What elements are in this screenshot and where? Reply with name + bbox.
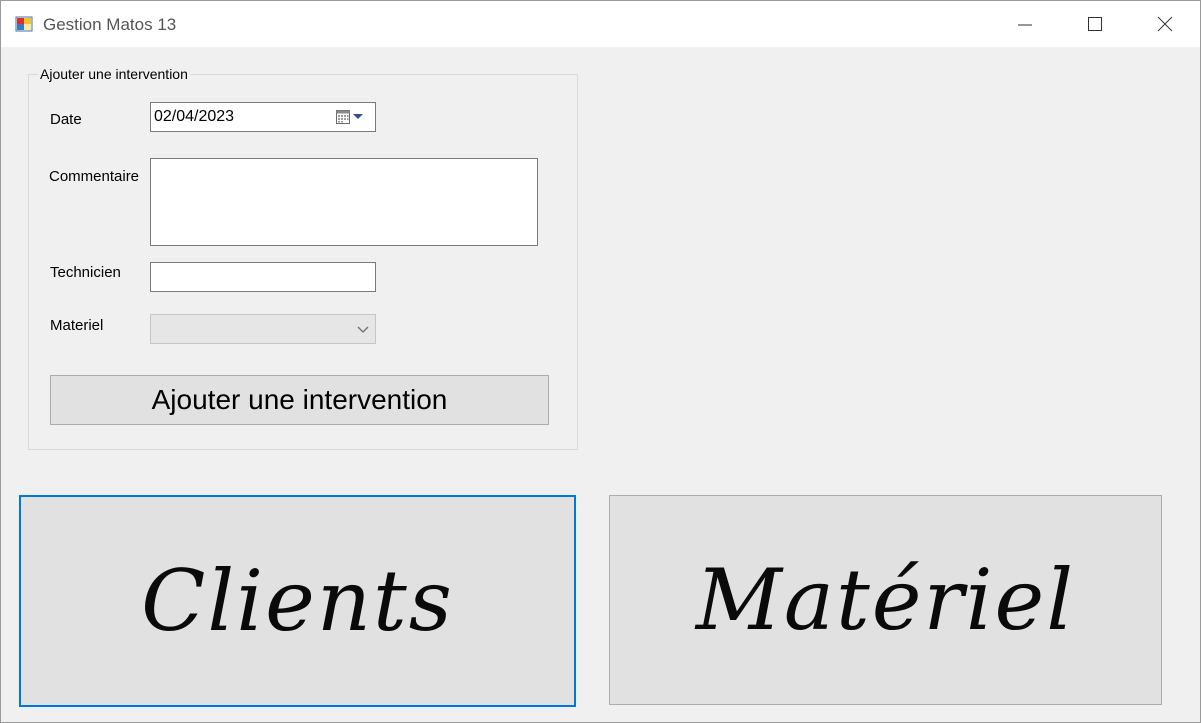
date-value: 02/04/2023	[154, 108, 235, 125]
clients-button[interactable]: Clients	[19, 495, 576, 707]
comment-label: Commentaire	[49, 168, 140, 185]
close-icon	[1157, 16, 1173, 32]
technician-field[interactable]	[150, 262, 376, 292]
add-intervention-button[interactable]: Ajouter une intervention	[50, 375, 549, 425]
materiel-button[interactable]: Matériel	[609, 495, 1162, 705]
window-title: Gestion Matos 13	[43, 15, 177, 34]
close-button[interactable]	[1130, 1, 1200, 47]
material-label: Materiel	[50, 317, 104, 334]
maximize-icon	[1088, 17, 1102, 31]
title-bar[interactable]: Gestion Matos 13	[1, 1, 1200, 47]
minimize-button[interactable]	[990, 1, 1060, 47]
material-select[interactable]	[150, 314, 376, 344]
chevron-down-icon	[357, 326, 369, 333]
calendar-icon[interactable]	[335, 109, 369, 125]
maximize-button[interactable]	[1060, 1, 1130, 47]
app-icon	[15, 15, 33, 33]
main-window: Gestion Matos 13 Ajouter une interventio…	[0, 0, 1201, 723]
date-label: Date	[50, 111, 82, 128]
comment-field[interactable]	[150, 158, 538, 246]
technician-label: Technicien	[50, 264, 121, 281]
groupbox-title: Ajouter une intervention	[38, 66, 190, 82]
minimize-icon	[1018, 24, 1032, 26]
date-picker[interactable]: 02/04/2023	[150, 102, 376, 132]
